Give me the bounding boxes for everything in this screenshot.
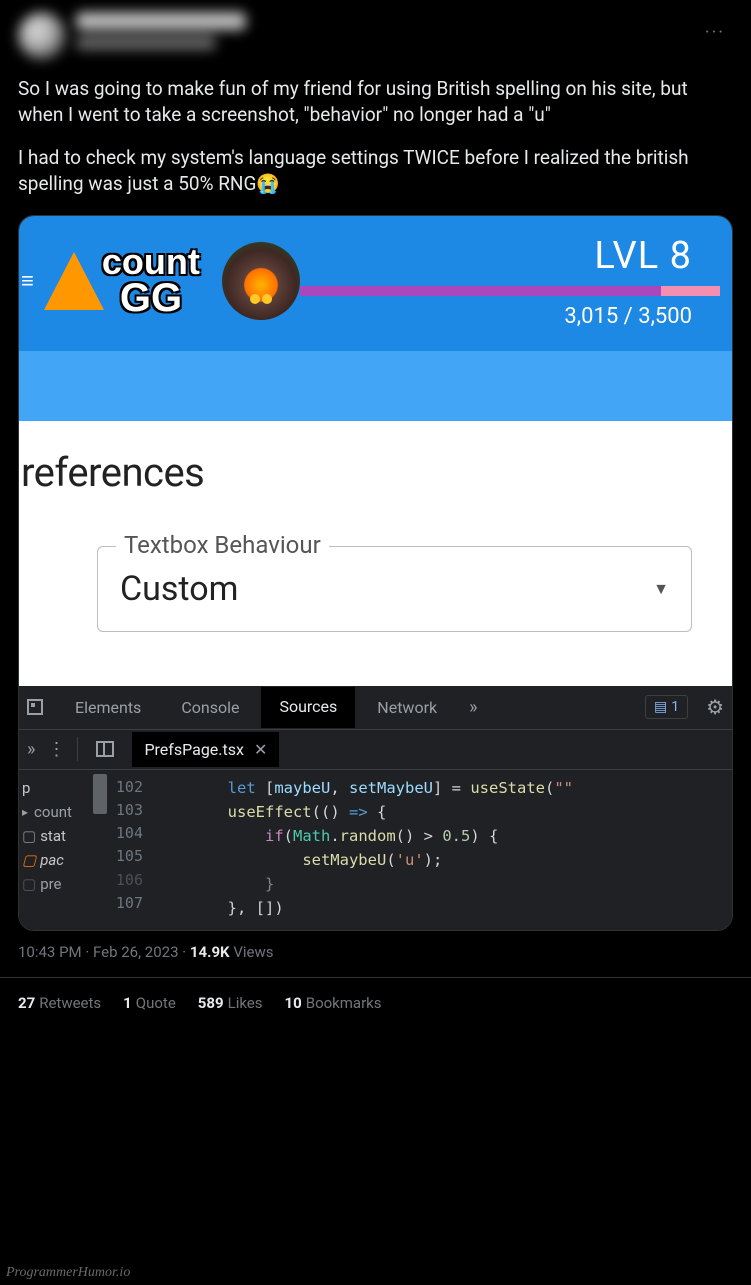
logo-text: count GG [102, 245, 200, 317]
watermark: ProgrammerHumor.io [6, 1265, 130, 1281]
quotes-stat[interactable]: 1Quote [123, 994, 176, 1012]
xp-bar-fill [300, 286, 661, 296]
devtools-panel: Elements Console Sources Network » ▤ 1 ⚙… [19, 686, 732, 930]
level-label: LVL 8 [300, 234, 720, 278]
select-value: Custom [120, 569, 238, 609]
tweet-time[interactable]: 10:43 PM [18, 943, 82, 961]
bookmarks-stat[interactable]: 10Bookmarks [285, 994, 382, 1012]
inspect-icon[interactable] [27, 699, 43, 715]
embedded-image[interactable]: ≡ count GG LVL 8 3,015 / 3,500 reference… [18, 215, 733, 931]
xp-text: 3,015 / 3,500 [300, 304, 720, 329]
tweet-header [18, 12, 733, 60]
nav-item[interactable]: ▢pac [19, 848, 107, 872]
views-count: 14.9K [190, 943, 230, 961]
scrollbar-thumb[interactable] [93, 774, 107, 814]
logo-line2: GG [120, 279, 200, 317]
file-tab-prefspage[interactable]: PrefsPage.tsx ✕ [132, 732, 279, 767]
devtools-tabbar: Elements Console Sources Network » ▤ 1 ⚙ [19, 686, 732, 730]
views-label: Views [233, 943, 273, 961]
countgg-logo[interactable]: count GG [44, 245, 200, 317]
gear-icon[interactable]: ⚙ [692, 695, 724, 719]
tweet-meta: 10:43 PM · Feb 26, 2023 · 14.9K Views [0, 931, 751, 977]
tweet-paragraph: I had to check my system's language sett… [18, 145, 733, 196]
file-navigator[interactable]: p ▸count ▢stat ▢pac ▢ pre [19, 770, 107, 930]
tweet-stats: 27Retweets 1Quote 589Likes 10Bookmarks [0, 977, 751, 1016]
close-icon[interactable]: ✕ [254, 740, 267, 759]
nav-item[interactable]: ▢stat [19, 824, 107, 848]
file-menu-button[interactable]: ⋮ [47, 739, 65, 760]
preferences-section: references Textbox Behaviour Custom ▼ [19, 421, 732, 686]
code-editor[interactable]: let [maybeU, setMaybeU] = useState("" us… [153, 770, 732, 930]
issues-count: 1 [671, 699, 679, 715]
chevron-down-icon: ▼ [653, 579, 669, 599]
folder-icon: ▢ [22, 851, 36, 869]
issues-badge[interactable]: ▤ 1 [645, 695, 688, 719]
tab-network[interactable]: Network [359, 688, 455, 727]
retweets-stat[interactable]: 27Retweets [18, 994, 101, 1012]
file-tab-label: PrefsPage.tsx [144, 740, 244, 759]
nav-item[interactable]: ▢ pre [19, 872, 107, 896]
author-avatar[interactable] [18, 12, 66, 60]
triangle-icon [44, 252, 104, 310]
chat-icon: ▤ [654, 699, 667, 715]
tab-elements[interactable]: Elements [57, 688, 159, 727]
tab-console[interactable]: Console [163, 688, 257, 727]
likes-stat[interactable]: 589Likes [198, 994, 263, 1012]
user-avatar[interactable] [222, 242, 300, 320]
tweet-date[interactable]: Feb 26, 2023 [93, 943, 179, 961]
line-gutter: 102 103 104 105 106 107 [107, 770, 153, 930]
tweet-body: So I was going to make fun of my friend … [18, 76, 733, 197]
author-handle[interactable] [76, 36, 216, 50]
navigator-icon[interactable] [96, 741, 114, 757]
folder-icon: ▢ [22, 827, 36, 845]
author-name[interactable] [76, 12, 246, 30]
tweet-paragraph: So I was going to make fun of my friend … [18, 76, 733, 127]
expand-panel-button[interactable]: » [27, 739, 35, 760]
more-tabs-button[interactable]: » [459, 697, 487, 718]
select-legend: Textbox Behaviour [116, 531, 329, 559]
textbox-behaviour-select[interactable]: Textbox Behaviour Custom ▼ [97, 546, 692, 632]
countgg-header: ≡ count GG LVL 8 3,015 / 3,500 [19, 216, 732, 351]
logo-line1: count [102, 245, 200, 279]
preferences-title: references [19, 449, 732, 496]
level-panel: LVL 8 3,015 / 3,500 [300, 234, 722, 329]
more-menu-button[interactable]: ··· [705, 22, 725, 43]
xp-bar [300, 286, 720, 296]
countgg-subheader [19, 351, 732, 421]
hamburger-icon[interactable]: ≡ [19, 268, 42, 294]
tab-sources[interactable]: Sources [261, 687, 355, 728]
devtools-filebar: » ⋮ PrefsPage.tsx ✕ [19, 730, 732, 770]
